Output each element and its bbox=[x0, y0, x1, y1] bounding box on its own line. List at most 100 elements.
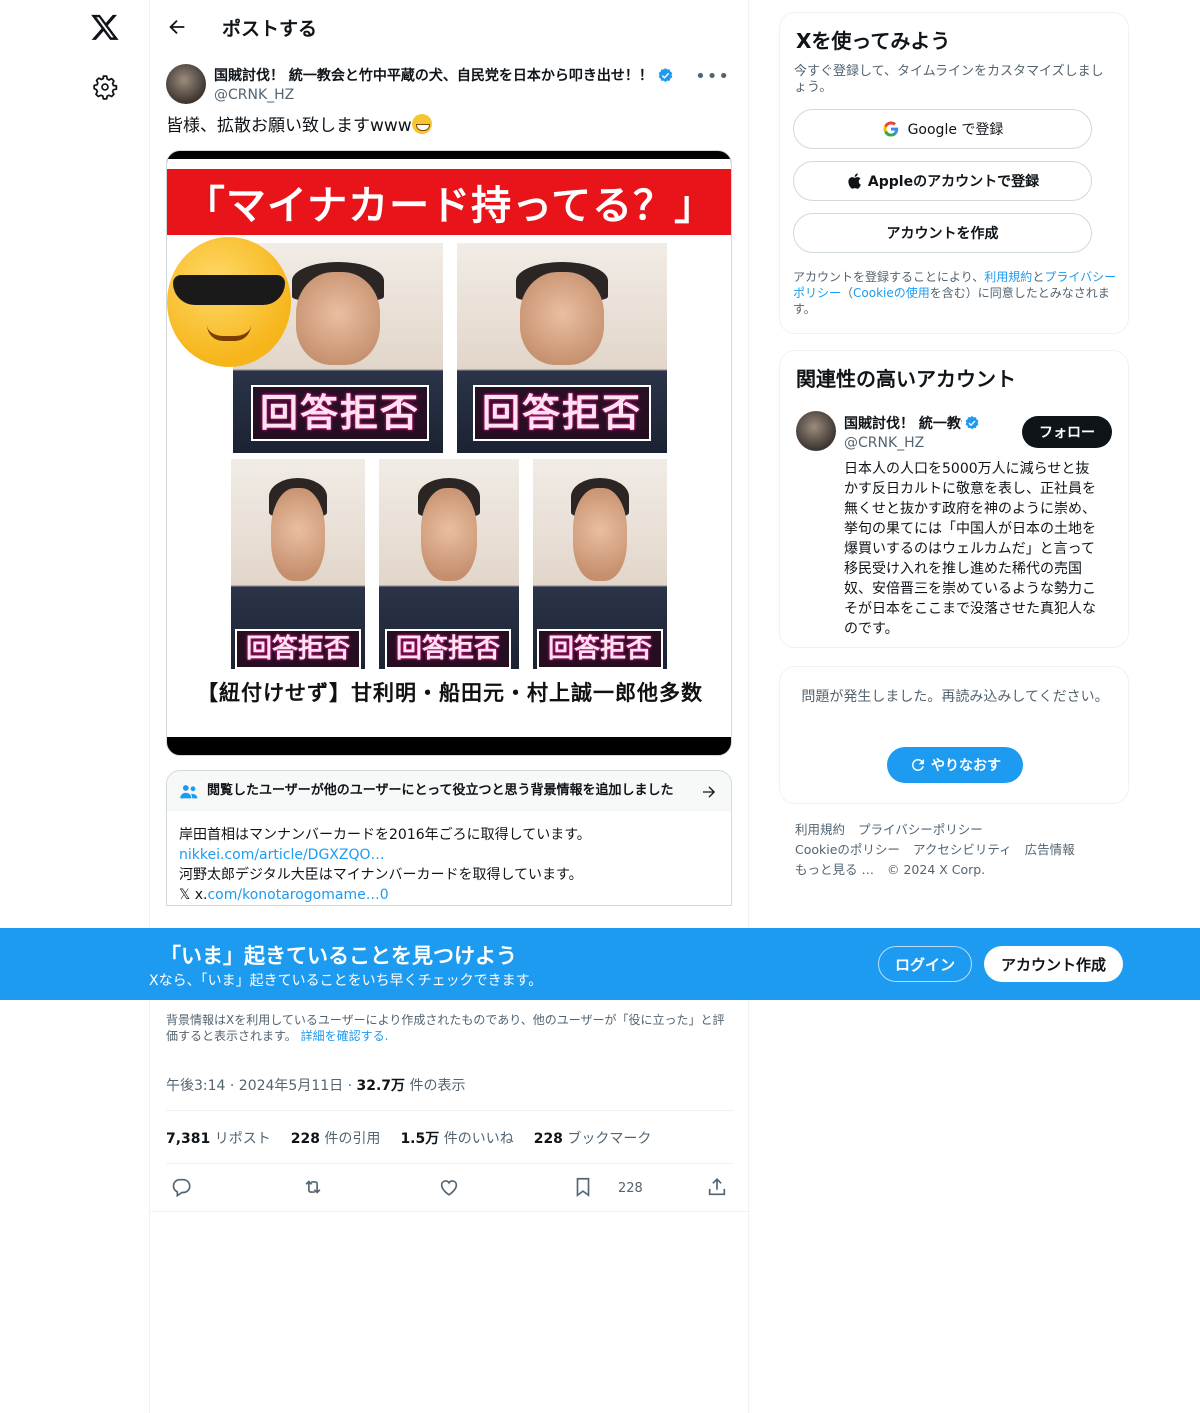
note-link-2[interactable]: com/konotarogomame…0 bbox=[207, 887, 388, 903]
signup-title: Xを使ってみよう bbox=[796, 29, 951, 53]
more-options-icon[interactable]: ••• bbox=[695, 66, 730, 87]
post-text: 皆様、拡散お願い致しますwww bbox=[150, 114, 748, 150]
avatar[interactable] bbox=[796, 411, 836, 451]
retry-label: やりなおす bbox=[931, 758, 1001, 774]
page-title: ポストする bbox=[222, 17, 318, 40]
stamp-refused: 回答拒否 bbox=[251, 385, 429, 441]
page: ポストする 国賊討伐！ 統一教会と竹中平蔵の犬、自民党を日本から叩き出せ！！ @… bbox=[0, 0, 1200, 1413]
author-avatar[interactable] bbox=[166, 64, 206, 104]
footer-ads-link[interactable]: 広告情報 bbox=[1025, 842, 1075, 857]
learn-more-link[interactable]: 詳細を確認する. bbox=[301, 1029, 389, 1043]
sunglasses-emoji-icon bbox=[167, 237, 291, 367]
footer-more-link[interactable]: もっと見る … bbox=[795, 862, 874, 877]
retry-button[interactable]: やりなおす bbox=[887, 747, 1023, 783]
footer-terms-link[interactable]: 利用規約 bbox=[795, 822, 845, 837]
top-bar: ポストする bbox=[150, 0, 748, 54]
photo-face bbox=[271, 488, 325, 581]
community-note-header[interactable]: 閲覧したユーザーが他のユーザーにとって役立つと思う背景情報を追加しました bbox=[167, 771, 731, 811]
bookmark-count: 228 bbox=[618, 1181, 643, 1196]
sunglasses-glasses bbox=[173, 275, 285, 305]
note-line-1: 岸田首相はマンナンバーカードを2016年ごろに取得しています。 bbox=[179, 827, 591, 843]
reply-icon[interactable] bbox=[170, 1176, 192, 1198]
related-bio: 日本人の人口を5000万人に減らせと抜かす反日カルトに敬意を表し、正社員を無くせ… bbox=[844, 461, 1096, 637]
x-logo-icon[interactable] bbox=[90, 12, 120, 42]
quotes-count: 228 bbox=[290, 1131, 320, 1147]
error-card: 問題が発生しました。再読み込みしてください。 やりなおす bbox=[779, 666, 1129, 804]
stat-reposts[interactable]: 7,381 リポスト bbox=[166, 1128, 271, 1148]
sidebar-footer: 利用規約 プライバシーポリシー Cookieのポリシー アクセシビリティ 広告情報 も… bbox=[795, 820, 1115, 880]
repost-icon[interactable] bbox=[302, 1176, 324, 1198]
stat-quotes[interactable]: 228 件の引用 bbox=[291, 1128, 381, 1148]
author-name[interactable]: 国賊討伐！ 統一教会と竹中平蔵の犬、自民党を日本から叩き出せ！！ bbox=[214, 65, 653, 85]
community-note: 閲覧したユーザーが他のユーザーにとって役立つと思う背景情報を追加しました 岸田首… bbox=[166, 770, 732, 906]
legal-text-1: アカウントを登録することにより、 bbox=[793, 270, 985, 284]
image-banner-text: 「マイナカード持ってる？」 bbox=[167, 169, 731, 235]
stat-bookmarks[interactable]: 228 ブックマーク bbox=[534, 1128, 652, 1148]
note-footer-text: 背景情報はXを利用しているユーザーにより作成されたものであり、他のユーザーが「役… bbox=[166, 1013, 725, 1043]
divider bbox=[166, 1163, 734, 1164]
signup-button[interactable]: アカウント作成 bbox=[984, 946, 1123, 982]
timestamp-text[interactable]: 午後3:14 · 2024年5月11日 · bbox=[166, 1078, 357, 1094]
create-account-label: アカウントを作成 bbox=[886, 226, 999, 242]
x-small-icon: 𝕏 bbox=[179, 887, 191, 903]
post-text-content: 皆様、拡散お願い致しますwww bbox=[166, 116, 412, 136]
error-message: 問題が発生しました。再読み込みしてください。 bbox=[801, 689, 1109, 705]
photo-face bbox=[421, 488, 477, 581]
related-name-row: 国賊討伐！ 統一教会と竹中平蔵の犬、自民党を日本から叩き出せ！！ bbox=[844, 413, 980, 433]
related-handle[interactable]: @CRNK_HZ bbox=[844, 435, 924, 451]
post-image-content: 「マイナカード持ってる？」 回答拒否 回答拒否 回答拒否 回答拒否 回答拒否 【… bbox=[167, 159, 731, 737]
login-promo-banner: 「いま」起きていることを見つけよう Xなら、「いま」起きていることをいち早くチェ… bbox=[0, 928, 1200, 1000]
google-signup-button[interactable]: Google で登録 bbox=[793, 109, 1092, 149]
verified-badge-icon bbox=[658, 67, 673, 82]
note-link-2-row: 𝕏 x.com/konotarogomame…0 bbox=[179, 885, 719, 905]
bookmark-icon[interactable] bbox=[572, 1176, 594, 1198]
note-link-1[interactable]: nikkei.com/article/DGXZQO… bbox=[179, 845, 719, 865]
post-author: 国賊討伐！ 統一教会と竹中平蔵の犬、自民党を日本から叩き出せ！！ @CRNK_H… bbox=[150, 54, 748, 118]
author-handle[interactable]: @CRNK_HZ bbox=[214, 87, 698, 103]
login-button[interactable]: ログイン bbox=[878, 946, 972, 982]
main-column: ポストする 国賊討伐！ 統一教会と竹中平蔵の犬、自民党を日本から叩き出せ！！ @… bbox=[149, 0, 749, 1413]
grinning-emoji-icon bbox=[411, 114, 432, 134]
author-text: 国賊討伐！ 統一教会と竹中平蔵の犬、自民党を日本から叩き出せ！！ @CRNK_H… bbox=[214, 64, 698, 118]
back-arrow-icon[interactable] bbox=[166, 16, 188, 38]
create-account-button[interactable]: アカウントを作成 bbox=[793, 213, 1092, 253]
stamp-refused: 回答拒否 bbox=[473, 385, 651, 441]
related-title: 関連性の高いアカウント bbox=[796, 367, 1016, 391]
sunglasses-mouth bbox=[207, 325, 251, 341]
author-name-row: 国賊討伐！ 統一教会と竹中平蔵の犬、自民党を日本から叩き出せ！！ bbox=[214, 64, 698, 86]
like-heart-icon[interactable] bbox=[438, 1176, 460, 1198]
community-note-title: 閲覧したユーザーが他のユーザーにとって役立つと思う背景情報を追加しました bbox=[207, 783, 674, 798]
stat-likes[interactable]: 1.5万 件のいいね bbox=[400, 1128, 513, 1148]
terms-link[interactable]: 利用規約 bbox=[984, 270, 1032, 284]
post-image[interactable]: 「マイナカード持ってる？」 回答拒否 回答拒否 回答拒否 回答拒否 回答拒否 【… bbox=[166, 150, 732, 756]
google-icon bbox=[883, 121, 898, 137]
signup-legal-text: アカウントを登録することにより、利用規約とプライバシーポリシー（Cookieの使… bbox=[793, 269, 1123, 317]
refresh-icon bbox=[911, 759, 924, 771]
footer-privacy-link[interactable]: プライバシーポリシー bbox=[858, 822, 983, 837]
apple-signup-label: Appleのアカウントで登録 bbox=[867, 174, 1040, 190]
signup-subtitle: 今すぐ登録して、タイムラインをカスタマイズしましょう。 bbox=[794, 64, 1104, 95]
note-line-2: 河野太郎デジタル大臣はマイナンバーカードを取得しています。 bbox=[179, 867, 583, 883]
people-icon bbox=[180, 785, 198, 799]
stamp-refused: 回答拒否 bbox=[385, 629, 511, 669]
photo-face bbox=[573, 488, 627, 581]
views-count: 32.7万 bbox=[356, 1078, 406, 1094]
promo-title: 「いま」起きていることを見つけよう bbox=[160, 944, 517, 968]
share-icon[interactable] bbox=[706, 1176, 728, 1198]
community-note-body: 岸田首相はマンナンバーカードを2016年ごろに取得しています。 nikkei.c… bbox=[167, 811, 731, 905]
photo-face bbox=[520, 272, 604, 365]
signup-card: Xを使ってみよう 今すぐ登録して、タイムラインをカスタマイズしましょう。 Goo… bbox=[779, 12, 1129, 334]
arrow-right-icon[interactable] bbox=[701, 784, 717, 800]
post-actions: 228 bbox=[170, 1176, 730, 1200]
footer-cookie-link[interactable]: Cookieのポリシー bbox=[795, 842, 900, 857]
footer-accessibility-link[interactable]: アクセシビリティ bbox=[913, 842, 1012, 857]
gear-icon[interactable] bbox=[92, 74, 118, 100]
follow-button[interactable]: フォロー bbox=[1022, 416, 1112, 448]
reposts-count: 7,381 bbox=[166, 1131, 211, 1147]
photo-face bbox=[296, 272, 380, 365]
related-name[interactable]: 国賊討伐！ 統一教会と竹中平蔵の犬、自民党を日本から叩き出せ！！ bbox=[844, 413, 962, 433]
apple-signup-button[interactable]: Appleのアカウントで登録 bbox=[793, 161, 1092, 201]
promo-subtitle: Xなら、「いま」起きていることをいち早くチェックできます。 bbox=[149, 973, 543, 989]
cookie-link[interactable]: Cookieの使用 bbox=[853, 286, 930, 300]
bookmarks-label: ブックマーク bbox=[562, 1131, 652, 1147]
